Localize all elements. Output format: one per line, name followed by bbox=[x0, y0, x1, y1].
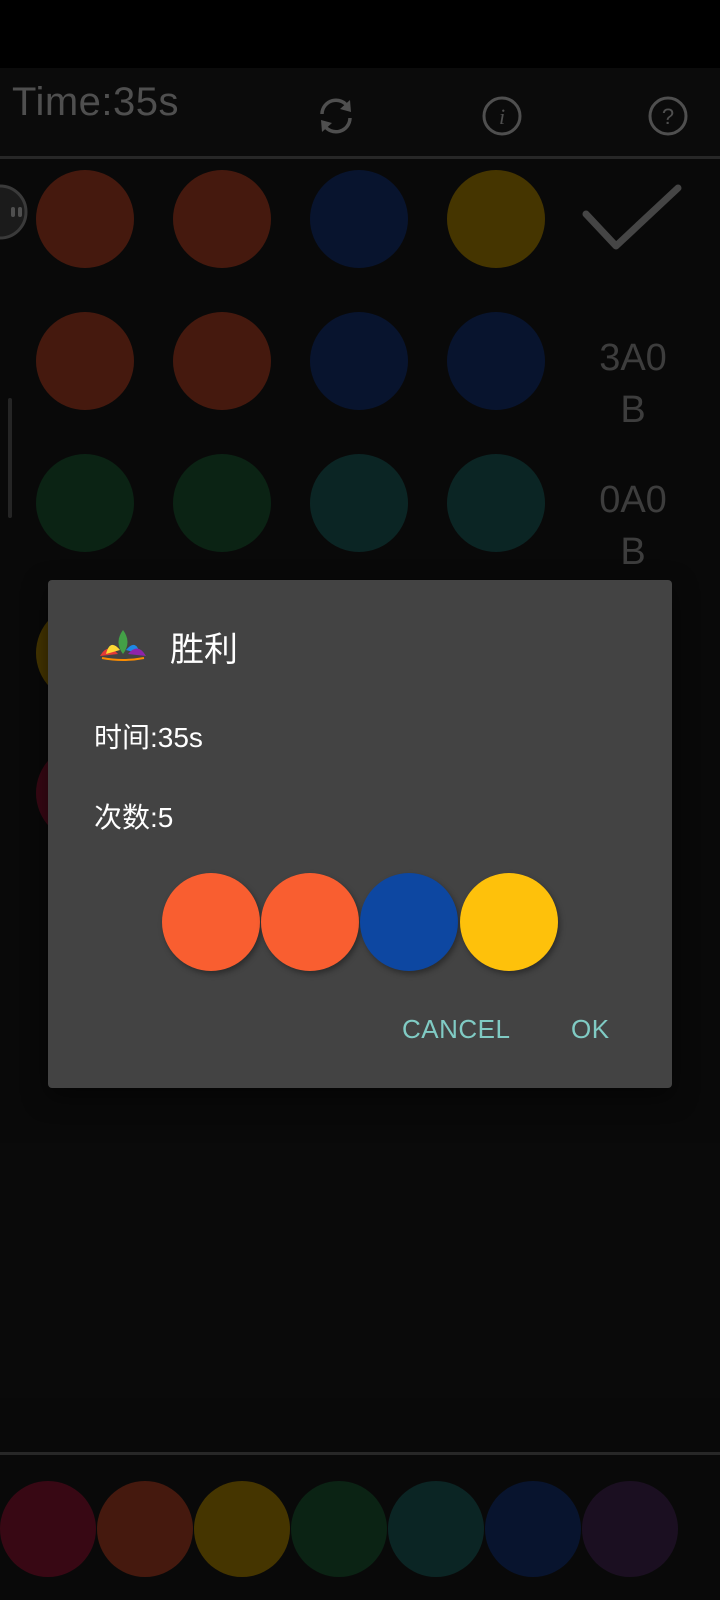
answer-peg bbox=[360, 873, 458, 971]
ok-button[interactable]: OK bbox=[571, 1014, 610, 1045]
answer-peg bbox=[460, 873, 558, 971]
dialog-title: 胜利 bbox=[170, 631, 238, 669]
answer-peg bbox=[162, 873, 260, 971]
dialog-time: 时间:35s bbox=[94, 722, 203, 753]
cancel-button[interactable]: CANCEL bbox=[402, 1014, 510, 1045]
answer-peg bbox=[261, 873, 359, 971]
lotus-icon bbox=[98, 626, 148, 662]
dialog-count: 次数:5 bbox=[94, 802, 174, 833]
